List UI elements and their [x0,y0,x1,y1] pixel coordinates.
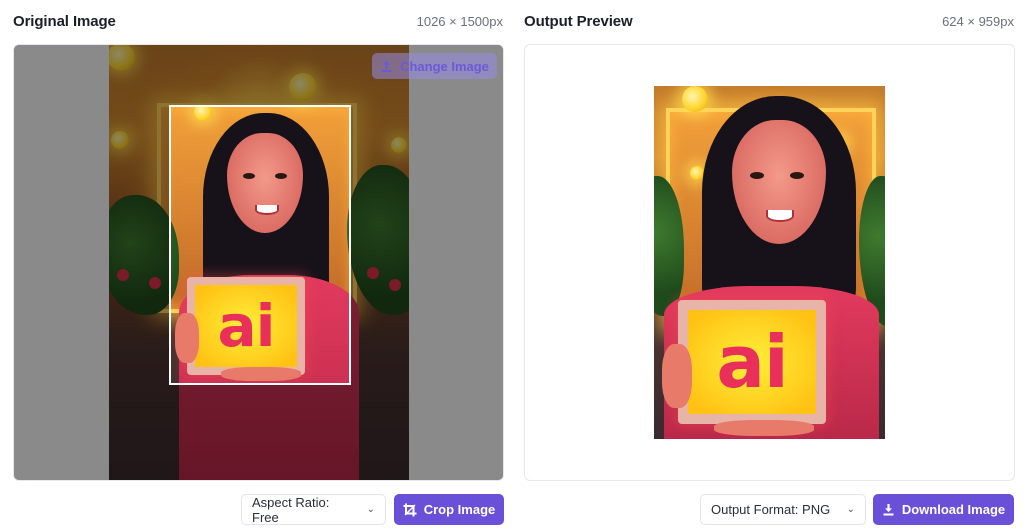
output-sign-text: ai [688,310,816,414]
output-dimensions: 624 × 959px [942,14,1014,29]
output-format-select[interactable]: Output Format: PNG ⌄ [700,494,866,525]
change-image-button[interactable]: Change Image [372,53,497,79]
output-format-label: Output Format: PNG [711,502,831,517]
change-image-label: Change Image [400,58,489,74]
aspect-ratio-select[interactable]: Aspect Ratio: Free ⌄ [241,494,386,525]
download-icon [882,503,895,516]
chevron-down-icon: ⌄ [366,504,375,515]
original-image-canvas: ai Change Image [13,44,504,481]
chevron-down-icon: ⌄ [846,504,855,515]
crop-image-label: Crop Image [423,502,496,517]
aspect-ratio-label: Aspect Ratio: Free [252,494,330,525]
canvas-padding-right [408,45,503,480]
output-photo: ai [654,86,885,439]
output-preview-title: Output Preview [524,13,633,30]
output-preview-canvas: ai [524,44,1015,481]
crop-selection[interactable] [169,105,351,385]
original-image-title: Original Image [13,13,116,30]
download-image-button[interactable]: Download Image [873,494,1014,525]
crop-icon [403,503,417,517]
crop-image-button[interactable]: Crop Image [394,494,504,525]
download-image-label: Download Image [901,502,1006,517]
original-dimensions: 1026 × 1500px [416,14,503,29]
canvas-padding-left [14,45,109,480]
upload-icon [380,60,393,73]
